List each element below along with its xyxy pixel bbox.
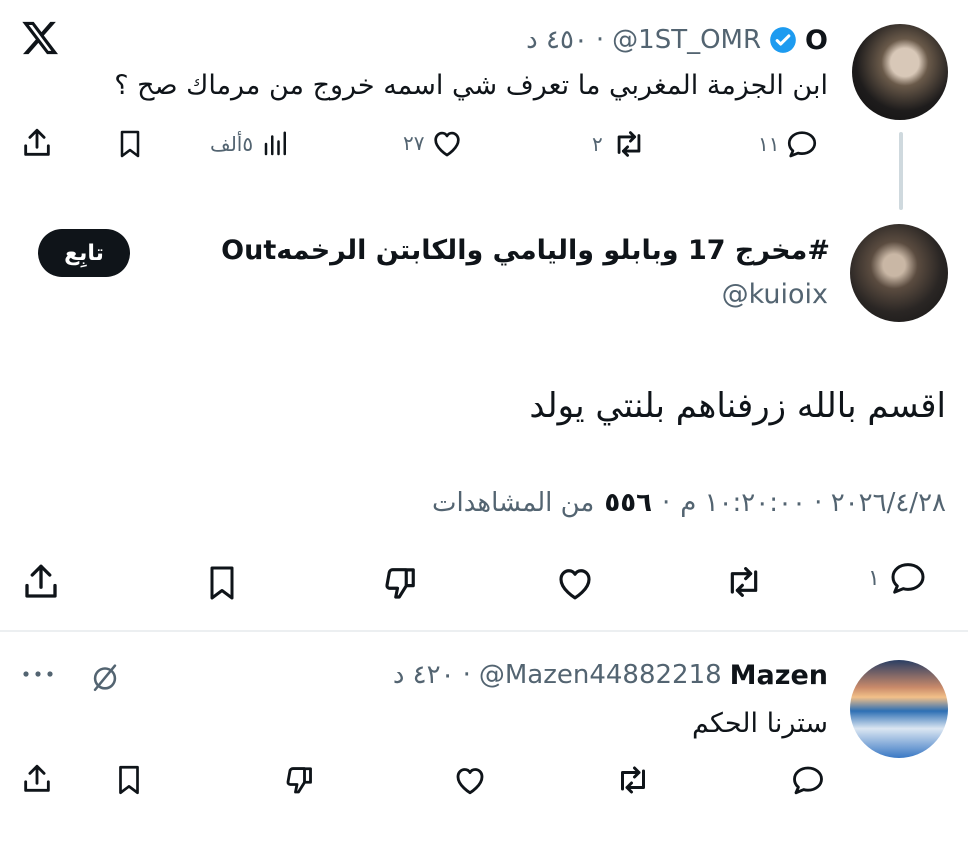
section-divider (0, 630, 968, 632)
views-count: ٥ألف (210, 132, 254, 156)
reply-count: ١١ (758, 132, 780, 156)
retweet-button[interactable]: ٢ (592, 127, 649, 161)
retweet-icon[interactable] (612, 762, 654, 798)
bookmark-icon[interactable] (112, 762, 146, 798)
verified-badge-icon (769, 26, 797, 54)
tweet-time: ٤٥٠ د (526, 25, 588, 55)
like-icon[interactable] (452, 762, 488, 798)
views-icon (261, 127, 291, 161)
dislike-icon[interactable] (380, 562, 422, 604)
like-icon[interactable] (554, 562, 596, 604)
like-icon (430, 126, 464, 160)
author-line: ٤٥٠ د · @1ST_OMR O (526, 24, 828, 56)
author-line: ٤٢٠ د · @Mazen44882218 Mazen (392, 659, 828, 691)
reply-icon (888, 558, 928, 598)
tweet-text: اقسم بالله زرفناهم بلنتي يولد (529, 386, 946, 426)
display-name[interactable]: #مخرج 17 وبابلو واليامي والكابتن الرخمهO… (221, 232, 830, 270)
retweet-icon (609, 127, 649, 161)
muted-icon[interactable] (88, 660, 122, 694)
share-icon[interactable] (20, 760, 54, 798)
share-icon[interactable] (20, 560, 62, 604)
user-handle[interactable]: @kuioix (722, 276, 828, 314)
display-name[interactable]: Mazen (730, 660, 828, 691)
like-count: ٢٧ (403, 131, 425, 155)
retweet-icon[interactable] (720, 562, 768, 602)
avatar[interactable] (850, 660, 948, 758)
dislike-icon[interactable] (282, 762, 318, 798)
tweet-meta: ٢٠٢٦/٤/٢٨ · ١٠:٢٠:٠٠ م · ٥٥٦ من المشاهدا… (432, 488, 946, 518)
like-button[interactable]: ٢٧ (403, 126, 464, 160)
retweet-count: ٢ (592, 132, 603, 156)
avatar[interactable] (852, 24, 948, 120)
views-button[interactable]: ٥ألف (210, 127, 291, 161)
reply-icon (785, 127, 819, 161)
tweet-text: ابن الجزمة المغربي ما تعرف شي اسمه خروج … (114, 70, 828, 101)
reply-count: ١ (868, 565, 880, 591)
tweet-text: سترنا الحكم (691, 708, 828, 739)
x-logo-icon[interactable] (20, 18, 60, 58)
more-icon[interactable] (20, 664, 56, 684)
bookmark-icon[interactable] (114, 127, 146, 161)
avatar[interactable] (850, 224, 948, 322)
reply-button[interactable]: ١ (868, 558, 928, 598)
user-handle[interactable]: @Mazen44882218 (479, 660, 722, 690)
tweet-time: ٤٢٠ د (392, 660, 455, 690)
views-label: من المشاهدات (432, 488, 595, 518)
share-icon[interactable] (20, 125, 54, 161)
tweet-timestamp: ٢٠٢٦/٤/٢٨ · ١٠:٢٠:٠٠ م (680, 488, 946, 518)
user-handle[interactable]: @1ST_OMR (612, 25, 761, 55)
reply-icon[interactable] (790, 762, 826, 798)
views-count: ٥٥٦ (604, 488, 652, 518)
display-name[interactable]: O (805, 25, 828, 56)
follow-button[interactable]: تابِع (38, 229, 130, 277)
thread-connector (899, 132, 903, 210)
bookmark-icon[interactable] (202, 562, 242, 604)
reply-button[interactable]: ١١ (758, 127, 819, 161)
